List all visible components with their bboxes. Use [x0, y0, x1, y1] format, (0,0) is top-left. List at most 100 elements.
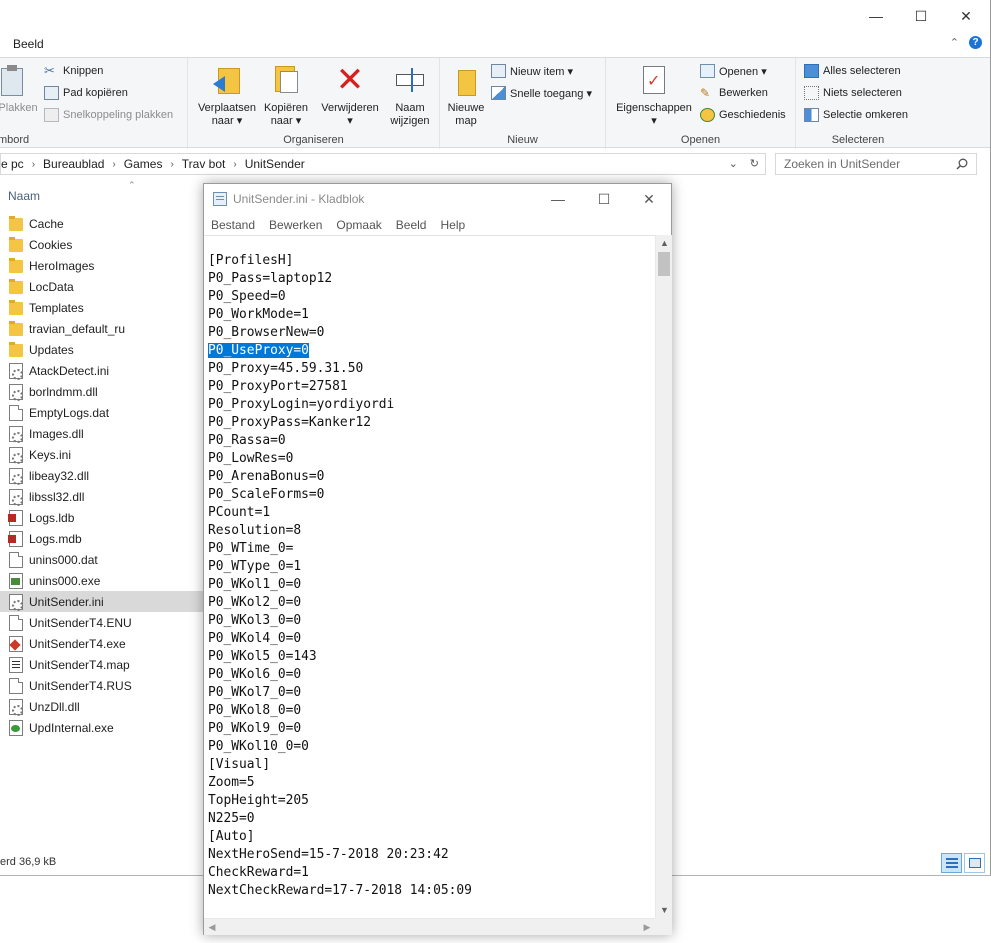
text-line: NextHeroSend=15-7-2018 20:23:42 — [208, 846, 655, 864]
file-list-item[interactable]: EmptyLogs.dat — [0, 402, 210, 423]
breadcrumb-games[interactable]: Games — [124, 157, 163, 171]
breadcrumb-unitsender[interactable]: UnitSender — [245, 157, 305, 171]
file-list-item[interactable]: Logs.ldb — [0, 507, 210, 528]
copy-path-button[interactable]: Pad kopiëren — [44, 86, 128, 100]
copy-to-button[interactable]: Kopiëren naar ▾ — [260, 62, 312, 128]
explorer-close-button[interactable]: ✕ — [943, 4, 989, 28]
folder-icon — [9, 279, 23, 294]
file-list-item[interactable]: UnitSenderT4.map — [0, 654, 210, 675]
history-button[interactable]: Geschiedenis — [700, 108, 786, 122]
move-to-button[interactable]: Verplaatsen naar ▾ — [196, 62, 258, 128]
help-icon[interactable]: ? — [969, 36, 982, 49]
file-list-item[interactable]: Updates — [0, 339, 210, 360]
new-item-button[interactable]: Nieuw item ▾ — [491, 64, 573, 78]
breadcrumb-separator-icon[interactable]: › — [170, 159, 173, 170]
scrollbar-thumb[interactable] — [658, 252, 670, 276]
select-all-button[interactable]: Alles selecteren — [804, 64, 901, 78]
new-folder-button[interactable]: Nieuwe map — [442, 62, 490, 128]
invert-selection-icon — [804, 108, 819, 122]
delete-button[interactable]: ✕ Verwijderen ▾ — [318, 62, 382, 128]
menu-format[interactable]: Opmaak — [336, 218, 381, 232]
text-line: P0_WKol2_0=0 — [208, 594, 655, 612]
menu-edit[interactable]: Bewerken — [269, 218, 322, 232]
notepad-close-button[interactable]: ✕ — [626, 188, 672, 210]
text-line: TopHeight=205 — [208, 792, 655, 810]
file-list-item[interactable]: UnitSenderT4.RUS — [0, 675, 210, 696]
breadcrumb-separator-icon[interactable]: › — [233, 159, 236, 170]
file-list-item[interactable]: UnitSender.ini — [0, 591, 210, 612]
open-button[interactable]: Openen ▾ — [700, 64, 767, 78]
breadcrumb-separator-icon[interactable]: › — [32, 159, 35, 170]
refresh-icon[interactable]: ↻ — [750, 157, 759, 170]
breadcrumb-separator-icon[interactable]: › — [112, 159, 115, 170]
file-list-item[interactable]: libeay32.dll — [0, 465, 210, 486]
breadcrumb-trav-bot[interactable]: Trav bot — [182, 157, 226, 171]
scroll-left-icon[interactable]: ◀ — [204, 919, 220, 935]
file-list-item[interactable]: Templates — [0, 297, 210, 318]
file-list-item[interactable]: UnitSenderT4.exe — [0, 633, 210, 654]
search-input[interactable]: Zoeken in UnitSender — [775, 153, 977, 175]
file-list-item[interactable]: Cache — [0, 213, 210, 234]
ribbon-collapse-icon[interactable]: ⌃ — [950, 36, 959, 49]
details-view-icon[interactable] — [941, 853, 962, 873]
cut-button[interactable]: ✂ Knippen — [44, 64, 103, 78]
menu-view[interactable]: Beeld — [396, 218, 427, 232]
file-list-item[interactable]: UpdInternal.exe — [0, 717, 210, 738]
menu-help[interactable]: Help — [440, 218, 465, 232]
file-list-item[interactable]: AtackDetect.ini — [0, 360, 210, 381]
file-list-item[interactable]: borlndmm.dll — [0, 381, 210, 402]
file-list-item[interactable]: unins000.exe — [0, 570, 210, 591]
invert-selection-button[interactable]: Selectie omkeren — [804, 108, 908, 122]
line-text: [ProfilesH] — [208, 253, 294, 268]
line-text: PCount=1 — [208, 505, 271, 520]
search-icon[interactable] — [956, 158, 968, 170]
text-line: P0_LowRes=0 — [208, 450, 655, 468]
rename-button[interactable]: Naam wijzigen — [384, 62, 436, 128]
notepad-maximize-button[interactable]: ☐ — [581, 188, 627, 210]
line-text: P0_ArenaBonus=0 — [208, 469, 325, 484]
file-name: libssl32.dll — [29, 489, 85, 504]
file-list-item[interactable]: Images.dll — [0, 423, 210, 444]
breadcrumb-desktop[interactable]: Bureaublad — [43, 157, 104, 171]
installer-icon — [9, 572, 23, 589]
file-list-item[interactable]: UnitSenderT4.ENU — [0, 612, 210, 633]
notepad-text-area[interactable]: [ProfilesH] P0_Pass=laptop12 P0_Speed=0 P0_… — [204, 235, 655, 918]
text-line: NextCheckReward=17-7-2018 14:05:09 — [208, 882, 655, 900]
file-list-item[interactable]: travian_default_ru — [0, 318, 210, 339]
scroll-right-icon[interactable]: ▶ — [639, 919, 655, 935]
column-header-name[interactable]: Naam — [8, 189, 40, 203]
scroll-down-icon[interactable]: ▼ — [656, 902, 673, 918]
text-line: P0_ArenaBonus=0 — [208, 468, 655, 486]
notepad-titlebar[interactable]: UnitSender.ini - Kladblok — ☐ ✕ — [204, 184, 671, 214]
menu-file[interactable]: Bestand — [211, 218, 255, 232]
line-text: P0_Speed=0 — [208, 289, 286, 304]
file-list-item[interactable]: UnzDll.dll — [0, 696, 210, 717]
address-bar[interactable]: e pc › Bureaublad › Games › Trav bot › U… — [0, 153, 766, 175]
file-list-item[interactable]: Cookies — [0, 234, 210, 255]
file-list-item[interactable]: unins000.dat — [0, 549, 210, 570]
line-text: P0_ProxyPort=27581 — [208, 379, 348, 394]
paste-button[interactable]: Plakken — [0, 62, 40, 115]
easy-access-button[interactable]: Snelle toegang ▾ — [491, 86, 592, 100]
file-list-item[interactable]: Keys.ini — [0, 444, 210, 465]
ribbon-tab-view[interactable]: Beeld — [13, 37, 44, 51]
paste-shortcut-button[interactable]: Snelkoppeling plakken — [44, 108, 173, 122]
file-list-item[interactable]: Logs.mdb — [0, 528, 210, 549]
notepad-vertical-scrollbar[interactable]: ▲ ▼ — [655, 235, 672, 918]
explorer-minimize-button[interactable]: — — [853, 4, 899, 28]
file-list-item[interactable]: libssl32.dll — [0, 486, 210, 507]
select-none-button[interactable]: Niets selecteren — [804, 86, 902, 100]
notepad-horizontal-scrollbar[interactable]: ◀ ▶ — [204, 918, 655, 935]
breadcrumb-this-pc[interactable]: e pc — [1, 157, 24, 171]
explorer-maximize-button[interactable]: ☐ — [898, 4, 944, 28]
notepad-minimize-button[interactable]: — — [535, 188, 581, 210]
file-list-item[interactable]: HeroImages — [0, 255, 210, 276]
move-to-icon — [210, 62, 244, 98]
scroll-up-icon[interactable]: ▲ — [656, 235, 673, 251]
large-icons-view-icon[interactable] — [964, 853, 985, 873]
properties-button[interactable]: ✓ Eigenschappen ▾ — [612, 62, 696, 128]
edit-button[interactable]: ✎ Bewerken — [700, 86, 768, 100]
address-dropdown-icon[interactable]: ⌄ — [729, 157, 738, 170]
file-list-item[interactable]: LocData — [0, 276, 210, 297]
line-text: P0_WType_0=1 — [208, 559, 302, 574]
